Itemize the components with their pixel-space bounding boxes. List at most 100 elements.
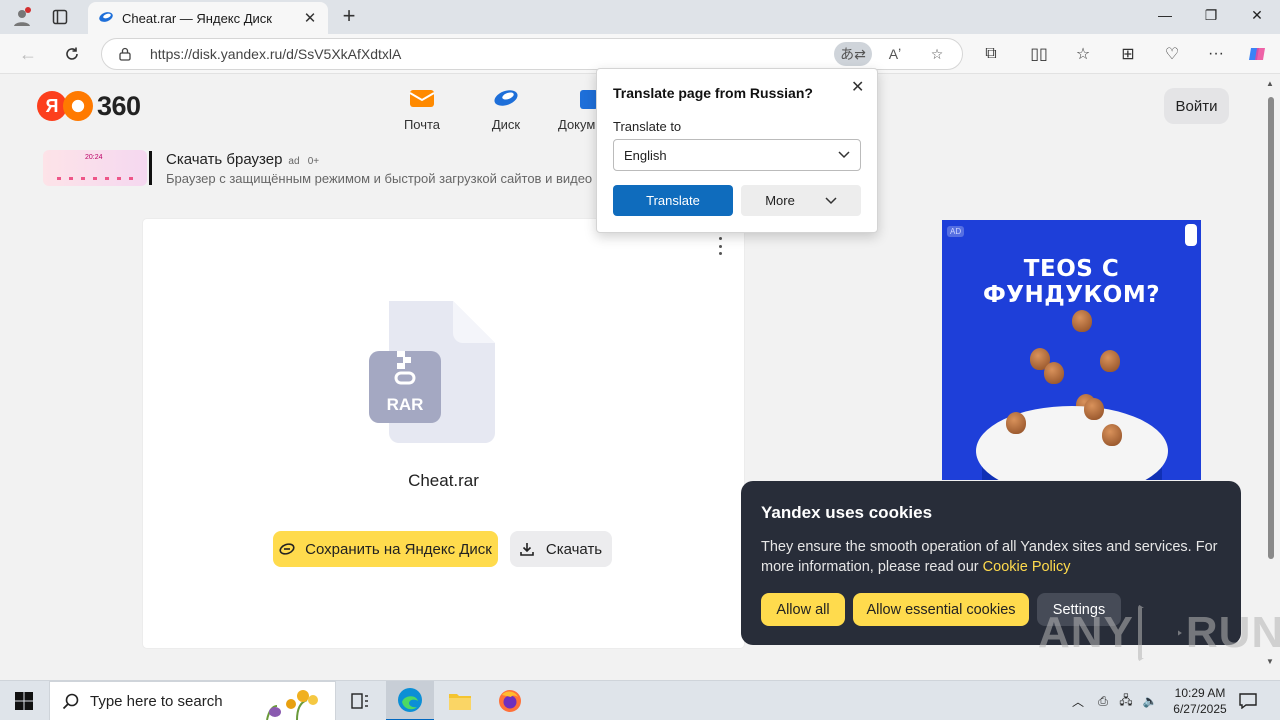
network-icon[interactable]: 🖧: [1116, 691, 1136, 711]
chevron-down-icon: [838, 151, 850, 159]
yandex-disk-favicon-icon: [98, 11, 114, 26]
browser-ad-banner[interactable]: 20:24 Скачать браузер ad 0+ Браузер с защ…: [43, 149, 603, 187]
service-disk[interactable]: Диск: [470, 87, 542, 132]
ad-thumbnail: 20:24: [43, 150, 147, 186]
notification-center-icon[interactable]: [1236, 689, 1260, 713]
show-hidden-icons-icon[interactable]: ︿: [1068, 691, 1088, 711]
refresh-icon[interactable]: [60, 42, 84, 66]
windows-taskbar: Type here to search ︿ ⎙ 🖧 🔈 10:29 AM 6/2…: [0, 680, 1280, 720]
save-to-disk-button[interactable]: Сохранить на Яндекс Диск: [273, 531, 498, 567]
search-highlight-art-icon: [266, 690, 318, 720]
ad-age-rating: 0+: [307, 155, 320, 167]
side-advertisement[interactable]: AD TEOS С ФУНДУКОМ?: [942, 220, 1201, 480]
more-button[interactable]: More: [741, 185, 861, 216]
logo-ring-icon: [63, 91, 93, 121]
copilot-icon[interactable]: [1245, 42, 1269, 66]
ad-headline: TEOS С ФУНДУКОМ?: [982, 256, 1161, 308]
search-icon: [62, 691, 82, 711]
login-button[interactable]: Войти: [1164, 88, 1229, 124]
maximize-button[interactable]: ❐: [1199, 7, 1223, 27]
volume-icon[interactable]: 🔈: [1140, 691, 1160, 711]
yogurt-top: [976, 406, 1168, 480]
download-button[interactable]: Скачать: [510, 531, 612, 567]
page-scrollbar[interactable]: ▲ ▼: [1262, 75, 1280, 677]
start-button[interactable]: [0, 681, 48, 720]
translate-close-icon[interactable]: ✕: [851, 77, 864, 97]
yandex-360-logo[interactable]: Я 360: [37, 91, 141, 121]
file-type-label: RAR: [386, 395, 424, 414]
firefox-icon[interactable]: [486, 681, 534, 720]
minimize-button[interactable]: —: [1153, 7, 1177, 27]
hazelnut-icon: [1044, 362, 1064, 384]
hazelnut-icon: [1084, 398, 1104, 420]
more-button-label: More: [765, 193, 795, 208]
allow-all-button[interactable]: Allow all: [761, 593, 845, 626]
url-text: https://disk.yandex.ru/d/SsV5XkAfXdtxlA: [150, 46, 402, 62]
tab-close-icon[interactable]: ✕: [302, 9, 318, 27]
new-tab-button[interactable]: +: [338, 5, 360, 27]
ad-menu-icon[interactable]: [1185, 224, 1197, 246]
clock-time: 10:29 AM: [1174, 686, 1226, 700]
clock-date: 6/27/2025: [1173, 702, 1227, 716]
rar-file-icon: [369, 301, 495, 443]
ad-subtitle: Браузер с защищённым режимом и быстрой з…: [166, 170, 593, 186]
task-view-icon[interactable]: [336, 681, 384, 720]
translate-button[interactable]: Translate: [613, 185, 733, 216]
collections-icon[interactable]: ⊞: [1116, 42, 1140, 66]
download-icon: [520, 541, 536, 557]
scroll-up-icon[interactable]: ▲: [1266, 79, 1274, 88]
read-aloud-icon[interactable]: A͏ʼ: [876, 42, 914, 66]
file-explorer-icon[interactable]: [436, 681, 484, 720]
service-mail[interactable]: Почта: [386, 87, 458, 132]
taskbar-search[interactable]: Type here to search: [49, 681, 336, 720]
file-card: RAR Cheat.rar Сохранить на Яндекс Диск С…: [143, 219, 744, 648]
profile-icon[interactable]: [10, 6, 34, 28]
language-select[interactable]: English: [613, 139, 861, 171]
favorite-star-icon[interactable]: ☆: [918, 42, 956, 66]
cookie-body: They ensure the smooth operation of all …: [761, 537, 1221, 577]
hazelnut-icon: [1072, 310, 1092, 332]
cookie-title: Yandex uses cookies: [761, 503, 933, 522]
watermark-right: RUN: [1185, 608, 1280, 657]
disk-icon: [494, 90, 518, 106]
translate-title: Translate page from Russian?: [613, 85, 813, 101]
cookie-policy-link[interactable]: Cookie Policy: [983, 559, 1071, 575]
translate-to-label: Translate to: [613, 119, 682, 134]
ad-label: AD: [947, 226, 965, 237]
ad-thumb-time: 20:24: [85, 154, 103, 161]
favorites-icon[interactable]: ☆: [1071, 42, 1095, 66]
translate-icon[interactable]: あ⇄: [834, 42, 872, 66]
logo-number: 360: [97, 90, 141, 121]
tab-actions-icon[interactable]: [48, 6, 72, 28]
scroll-thumb[interactable]: [1268, 97, 1274, 559]
search-placeholder: Type here to search: [90, 692, 223, 710]
file-name: Cheat.rar: [408, 471, 479, 490]
tab-title: Cheat.rar — Яндекс Диск: [122, 10, 272, 26]
site-info-icon[interactable]: [118, 47, 132, 61]
ad-title: Скачать браузер: [166, 150, 283, 168]
address-bar[interactable]: https://disk.yandex.ru/d/SsV5XkAfXdtxlA …: [101, 38, 963, 70]
back-icon[interactable]: ←: [16, 42, 40, 66]
hazelnut-icon: [1006, 412, 1026, 434]
save-button-label: Сохранить на Яндекс Диск: [305, 540, 492, 558]
allow-essential-button[interactable]: Allow essential cookies: [853, 593, 1029, 626]
extensions-icon[interactable]: ⧉: [979, 42, 1003, 66]
hazelnut-icon: [1102, 424, 1122, 446]
service-label: Почта: [403, 117, 441, 132]
anyrun-watermark: ANY RUN: [1038, 604, 1280, 662]
split-screen-icon[interactable]: ▯▯: [1027, 42, 1051, 66]
service-label: Докум: [558, 117, 596, 132]
hazelnut-icon: [1100, 350, 1120, 372]
service-label: Диск: [491, 117, 521, 132]
close-window-button[interactable]: ✕: [1245, 7, 1269, 27]
taskbar-clock[interactable]: 10:29 AM 6/27/2025: [1160, 685, 1240, 717]
more-menu-icon[interactable]: ···: [1204, 42, 1228, 66]
windows-logo-icon: [15, 692, 33, 710]
tab-active[interactable]: Cheat.rar — Яндекс Диск ✕: [88, 2, 328, 34]
taskbar-edge-icon[interactable]: [386, 681, 434, 720]
download-button-label: Скачать: [545, 540, 603, 558]
file-menu-icon[interactable]: [715, 237, 725, 255]
device-icon[interactable]: ⎙: [1093, 691, 1113, 711]
tab-bar: Cheat.rar — Яндекс Диск ✕ + — ❐ ✕: [0, 0, 1280, 34]
browser-essentials-icon[interactable]: ♡: [1160, 42, 1184, 66]
